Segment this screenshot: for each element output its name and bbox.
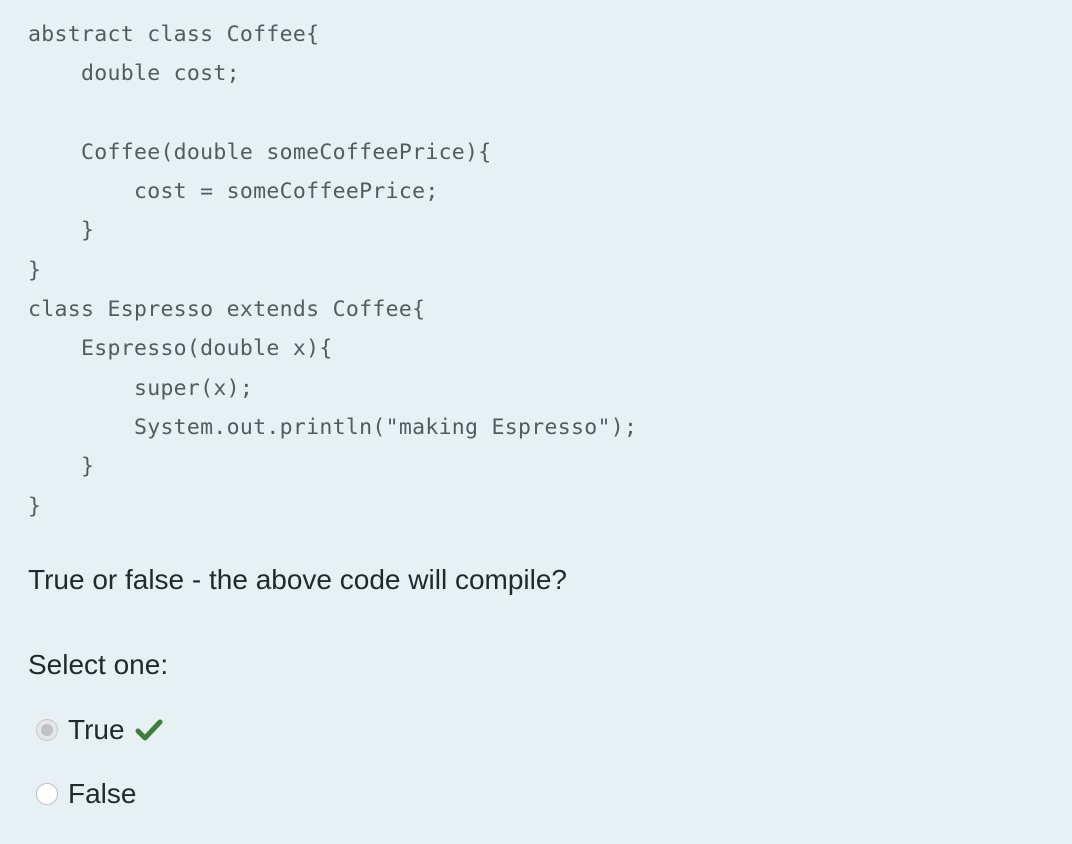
quiz-question-page: abstract class Coffee{ double cost; Coff… [0,0,1072,844]
code-line: Espresso(double x){ [28,336,333,362]
radio-true[interactable] [36,719,58,741]
select-one-label: Select one: [28,649,169,680]
code-line: Coffee(double someCoffeePrice){ [28,139,492,165]
code-line: } [28,218,95,244]
code-line: super(x); [28,375,254,401]
code-line: } [28,493,42,519]
code-line: double cost; [28,61,240,87]
option-label-false: False [68,778,137,809]
code-line: System.out.println("making Espresso"); [28,414,638,440]
code-line: } [28,454,95,480]
question-text: True or false - the above code will comp… [28,564,567,595]
radio-false[interactable] [36,783,58,805]
code-line: abstract class Coffee{ [28,22,320,47]
code-line: cost = someCoffeePrice; [28,179,439,205]
option-label-true: True [68,714,125,745]
checkmark-icon [135,719,163,741]
code-line: class Espresso extends Coffee{ [28,297,426,323]
code-line: } [28,257,42,283]
answer-option-true[interactable]: True [36,714,163,746]
code-snippet: abstract class Coffee{ double cost; Coff… [28,15,637,526]
answer-option-false[interactable]: False [36,778,136,810]
